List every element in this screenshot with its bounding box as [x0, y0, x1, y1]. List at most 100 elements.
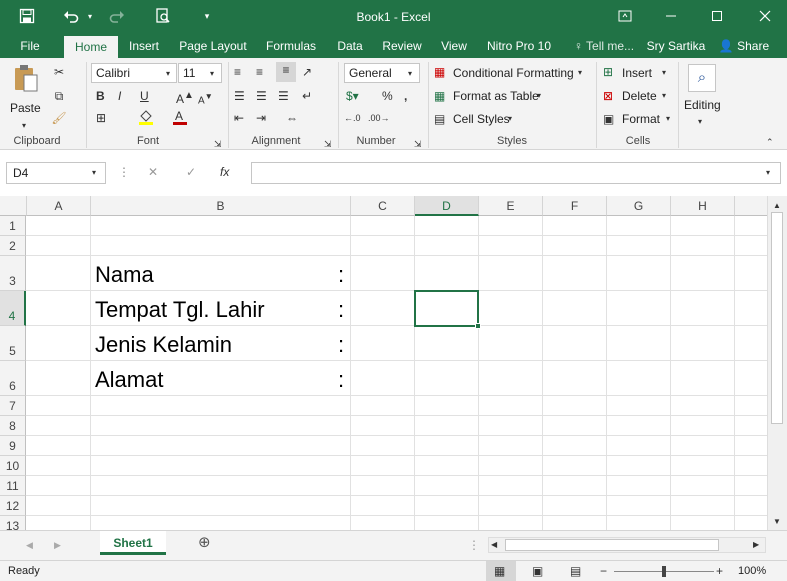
- row-header-5[interactable]: 5: [0, 326, 26, 361]
- row-header-1[interactable]: 1: [0, 216, 26, 236]
- format-painter-icon[interactable]: 🖌: [50, 110, 68, 126]
- accounting-format-icon[interactable]: $▾: [346, 88, 359, 104]
- format-table-dropdown-icon[interactable]: ▾: [537, 88, 541, 104]
- column-header-g[interactable]: G: [607, 196, 671, 216]
- align-center-icon[interactable]: ☰: [256, 88, 267, 104]
- align-bottom-icon[interactable]: ≡: [276, 62, 296, 82]
- tab-split-icon[interactable]: ⋮: [468, 537, 480, 553]
- user-name[interactable]: Sry Sartika: [644, 34, 708, 58]
- collapse-ribbon-icon[interactable]: ⌃: [766, 134, 774, 150]
- vertical-scrollbar[interactable]: ▲ ▼: [767, 196, 787, 530]
- row-header-3[interactable]: 3: [0, 256, 26, 291]
- decrease-font-icon[interactable]: A▼: [198, 88, 213, 109]
- row-header-4[interactable]: 4: [0, 291, 26, 326]
- tab-page-layout[interactable]: Page Layout: [174, 34, 252, 58]
- bold-button[interactable]: B: [96, 88, 105, 104]
- delete-cells-icon[interactable]: ⊠: [603, 88, 613, 104]
- font-name-select[interactable]: Calibri: [91, 63, 177, 83]
- tab-formulas[interactable]: Formulas: [260, 34, 322, 58]
- close-icon[interactable]: [752, 5, 778, 27]
- format-as-table-button[interactable]: Format as Table: [453, 88, 539, 104]
- column-header-b[interactable]: B: [91, 196, 351, 216]
- column-header-d[interactable]: D: [415, 196, 479, 216]
- fill-handle[interactable]: [475, 323, 481, 329]
- column-header-e[interactable]: E: [479, 196, 543, 216]
- tab-data[interactable]: Data: [332, 34, 368, 58]
- tell-me-box[interactable]: ♀ Tell me...: [568, 34, 640, 58]
- font-size-dropdown-icon[interactable]: ▾: [210, 66, 214, 82]
- paste-icon[interactable]: [12, 64, 40, 98]
- align-left-icon[interactable]: ☰: [234, 88, 245, 104]
- horizontal-scrollbar[interactable]: ◀ ▶: [488, 537, 766, 553]
- next-sheet-icon[interactable]: ▶: [54, 537, 61, 553]
- row-header-12[interactable]: 12: [0, 496, 26, 516]
- cell-b3[interactable]: Nama: [95, 262, 154, 288]
- new-sheet-icon[interactable]: ⊕: [198, 535, 211, 551]
- column-header-c[interactable]: C: [351, 196, 415, 216]
- increase-decimal-icon[interactable]: ←.0: [344, 110, 361, 126]
- scroll-down-icon[interactable]: ▼: [770, 514, 784, 530]
- format-table-icon[interactable]: ▦: [434, 88, 445, 104]
- column-header-f[interactable]: F: [543, 196, 607, 216]
- number-format-dropdown-icon[interactable]: ▾: [408, 66, 412, 82]
- fill-color-icon[interactable]: [138, 108, 154, 130]
- row-header-9[interactable]: 9: [0, 436, 26, 456]
- underline-button[interactable]: U: [140, 88, 149, 104]
- scroll-left-icon[interactable]: ◀: [491, 538, 497, 552]
- tab-view[interactable]: View: [436, 34, 472, 58]
- decrease-decimal-icon[interactable]: .00→: [368, 110, 390, 126]
- conditional-formatting-icon[interactable]: ▦: [434, 64, 445, 80]
- search-icon[interactable]: ⌕: [688, 64, 716, 92]
- column-header-a[interactable]: A: [27, 196, 91, 216]
- column-header-partial[interactable]: [735, 196, 767, 216]
- align-top-icon[interactable]: ≡: [234, 64, 241, 80]
- cell-b6[interactable]: Alamat: [95, 367, 163, 393]
- decrease-indent-icon[interactable]: ⇤: [234, 110, 244, 126]
- insert-cells-button[interactable]: Insert: [622, 65, 652, 81]
- share-button[interactable]: 👤 Share: [712, 34, 776, 58]
- prev-sheet-icon[interactable]: ◀: [26, 537, 33, 553]
- zoom-slider-thumb[interactable]: [662, 566, 666, 577]
- tab-home[interactable]: Home: [64, 36, 118, 58]
- cell-styles-button[interactable]: Cell Styles: [453, 111, 510, 127]
- tab-review[interactable]: Review: [378, 34, 426, 58]
- font-name-dropdown-icon[interactable]: ▾: [166, 66, 170, 82]
- ribbon-display-icon[interactable]: [612, 5, 638, 27]
- tab-insert[interactable]: Insert: [122, 34, 166, 58]
- insert-cells-icon[interactable]: ⊞: [603, 64, 613, 80]
- conditional-formatting-button[interactable]: Conditional Formatting: [453, 65, 574, 81]
- column-header-h[interactable]: H: [671, 196, 735, 216]
- wrap-text-icon[interactable]: ↵: [302, 88, 312, 104]
- row-header-11[interactable]: 11: [0, 476, 26, 496]
- italic-button[interactable]: I: [118, 88, 121, 104]
- scroll-right-icon[interactable]: ▶: [753, 538, 759, 552]
- select-all-corner[interactable]: [0, 196, 27, 216]
- row-header-8[interactable]: 8: [0, 416, 26, 436]
- paste-label[interactable]: Paste: [10, 100, 41, 116]
- normal-view-icon[interactable]: ▦: [494, 563, 505, 579]
- format-dropdown-icon[interactable]: ▾: [666, 111, 670, 127]
- increase-indent-icon[interactable]: ⇥: [256, 110, 266, 126]
- cut-icon[interactable]: ✂: [50, 64, 68, 80]
- row-header-13[interactable]: 13: [0, 516, 26, 530]
- expand-formula-bar-icon[interactable]: ▾: [766, 165, 770, 181]
- cell-styles-icon[interactable]: ▤: [434, 111, 445, 127]
- cell-b5[interactable]: Jenis Kelamin: [95, 332, 232, 358]
- borders-icon[interactable]: ⊞: [96, 110, 106, 126]
- minimize-icon[interactable]: [658, 5, 684, 27]
- cancel-entry-icon[interactable]: ✕: [148, 164, 158, 180]
- increase-font-icon[interactable]: A▲: [176, 88, 194, 107]
- formula-input[interactable]: [251, 162, 781, 184]
- active-cell-d4[interactable]: [414, 290, 479, 327]
- delete-cells-button[interactable]: Delete: [622, 88, 657, 104]
- conditional-formatting-dropdown-icon[interactable]: ▾: [578, 65, 582, 81]
- row-header-2[interactable]: 2: [0, 236, 26, 256]
- name-box[interactable]: D4: [6, 162, 106, 184]
- row-header-10[interactable]: 10: [0, 456, 26, 476]
- format-cells-button[interactable]: Format: [622, 111, 660, 127]
- tab-nitro-pro[interactable]: Nitro Pro 10: [482, 34, 556, 58]
- orientation-icon[interactable]: ↗: [302, 64, 312, 80]
- zoom-in-icon[interactable]: +: [716, 563, 723, 579]
- percent-style-icon[interactable]: %: [382, 88, 393, 104]
- editing-dropdown-icon[interactable]: ▾: [698, 114, 702, 130]
